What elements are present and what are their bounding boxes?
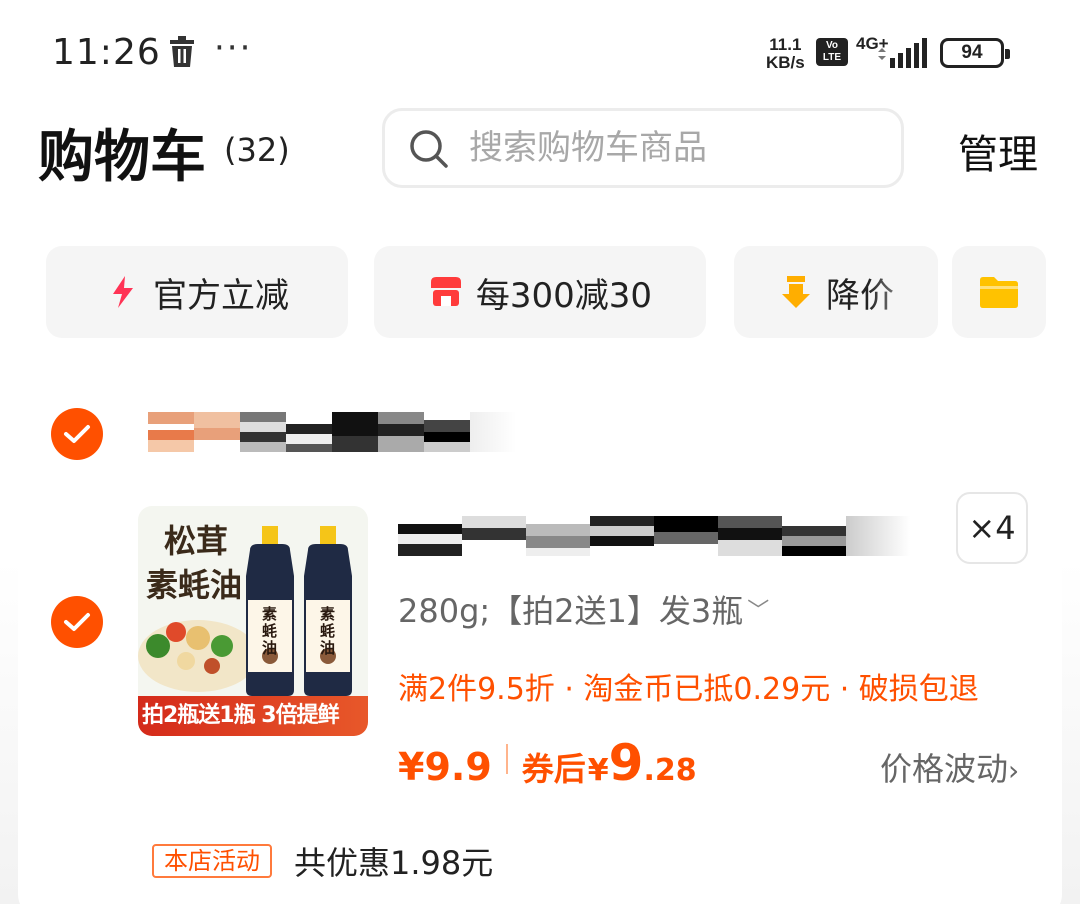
signal-icon bbox=[878, 38, 927, 68]
net-speed-value: 11.1 bbox=[769, 35, 802, 54]
more-notifications-icon: ··· bbox=[214, 28, 253, 68]
search-input[interactable] bbox=[469, 125, 889, 171]
chevron-right-icon: › bbox=[1008, 754, 1020, 787]
image-text-line1: 松茸 bbox=[164, 522, 229, 560]
status-bar: 11:26 ··· 11.1 KB/s Vo LTE 4G+ 94 bbox=[0, 0, 1080, 100]
battery-icon: 94 bbox=[940, 38, 1010, 68]
manage-button[interactable]: 管理 bbox=[958, 122, 1038, 180]
search-icon bbox=[410, 130, 448, 168]
volte-bottom: LTE bbox=[822, 52, 842, 63]
lightning-icon bbox=[113, 276, 133, 308]
price-trend-label: 价格波动 bbox=[880, 750, 1009, 788]
promo-text: 满2件9.5折 · 淘金币已抵0.29元 · 破损包退 bbox=[398, 672, 979, 707]
item-select-checkbox[interactable] bbox=[51, 596, 103, 648]
shop-activity-tag[interactable]: 本店活动 bbox=[152, 844, 272, 878]
coupon-currency: ¥ bbox=[587, 753, 609, 788]
image-banner: 拍2瓶送1瓶 3倍提鲜 bbox=[138, 696, 368, 736]
cart-count: (32) bbox=[224, 131, 290, 169]
chip-fade bbox=[868, 246, 938, 338]
price-row: ¥9.9 券后 ¥ 9 .28 bbox=[398, 734, 697, 792]
page-title: 购物车 bbox=[38, 125, 206, 190]
product-title-redacted[interactable] bbox=[398, 516, 914, 556]
bottle-label-left: 素蚝油 bbox=[262, 605, 278, 657]
coupon-price-dec: .28 bbox=[643, 753, 697, 788]
shop-card: 松茸 素蚝油 素蚝油 素蚝油 拍2瓶送1瓶 3倍提鲜 ×4 280g;【拍2送1… bbox=[18, 360, 1062, 904]
image-text-line2: 素蚝油 bbox=[146, 566, 243, 604]
filter-price-drop[interactable]: 降价 bbox=[734, 246, 938, 338]
status-time: 11:26 bbox=[52, 32, 161, 73]
total-discount: 共优惠1.98元 bbox=[294, 844, 494, 882]
check-icon bbox=[64, 613, 90, 631]
filter-300-minus-30[interactable]: 每300减30 bbox=[374, 246, 706, 338]
sku-selector[interactable]: 280g;【拍2送1】发3瓶 ﹀ bbox=[398, 586, 769, 632]
trash-icon bbox=[170, 36, 194, 67]
folder-icon bbox=[980, 277, 1018, 308]
filter-label: 官方立减 bbox=[153, 275, 289, 316]
filter-label: 每300减30 bbox=[475, 275, 653, 316]
net-speed: 11.1 KB/s bbox=[766, 36, 805, 72]
price-divider bbox=[505, 744, 508, 774]
product-image[interactable]: 松茸 素蚝油 素蚝油 素蚝油 拍2瓶送1瓶 3倍提鲜 bbox=[138, 506, 368, 736]
original-price: ¥9.9 bbox=[398, 745, 492, 789]
volte-icon: Vo LTE bbox=[816, 38, 848, 66]
quantity-button[interactable]: ×4 bbox=[956, 492, 1028, 564]
store-icon bbox=[430, 277, 461, 306]
coupon-price-int: 9 bbox=[608, 734, 644, 792]
chevron-down-icon: ﹀ bbox=[747, 599, 770, 624]
net-speed-unit: KB/s bbox=[766, 53, 805, 72]
coupon-label: 券后 bbox=[521, 750, 586, 788]
search-box[interactable] bbox=[382, 108, 904, 188]
filter-folder[interactable] bbox=[952, 246, 1046, 338]
price-down-icon bbox=[782, 276, 810, 308]
volte-top: Vo bbox=[825, 40, 839, 51]
sku-label: 280g;【拍2送1】发3瓶 bbox=[398, 592, 744, 630]
shop-select-checkbox[interactable] bbox=[51, 408, 103, 460]
price-trend-link[interactable]: 价格波动› bbox=[880, 744, 1019, 790]
check-icon bbox=[64, 425, 90, 443]
shop-name-redacted[interactable] bbox=[148, 412, 518, 452]
filter-official-discount[interactable]: 官方立减 bbox=[46, 246, 348, 338]
bottle-label-right: 素蚝油 bbox=[320, 605, 336, 657]
